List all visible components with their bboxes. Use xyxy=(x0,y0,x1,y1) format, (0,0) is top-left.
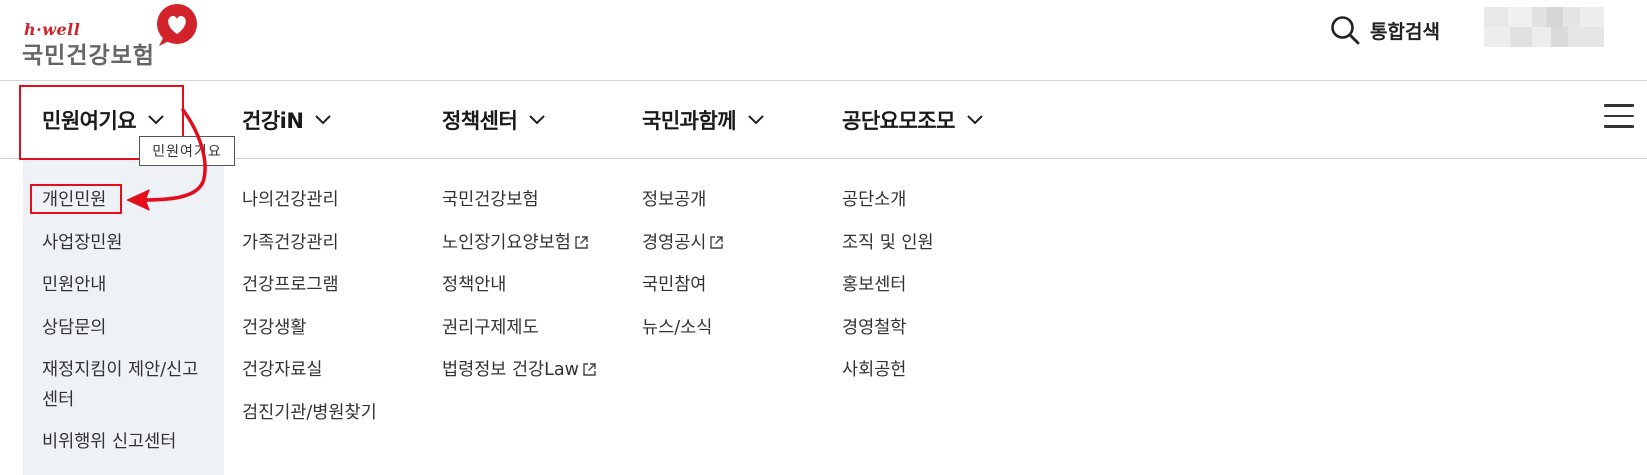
gnb-label: 건강iN xyxy=(242,109,304,133)
hamburger-menu-icon[interactable] xyxy=(1604,104,1634,128)
submenu-column-minwon: 개인민원 사업장민원 민원안내 상담문의 재정지킴이 제안/신고센터 비위행위 … xyxy=(42,185,212,470)
gnb-label: 공단요모조모 xyxy=(842,109,955,133)
blurred-user-area xyxy=(1484,7,1604,47)
submenu-item[interactable]: 건강프로그램 xyxy=(242,270,377,313)
submenu-item[interactable]: 공단소개 xyxy=(842,185,934,228)
submenu-item[interactable]: 검진기관/병원찾기 xyxy=(242,398,377,441)
heart-logo-icon xyxy=(157,4,197,46)
gnb-tooltip: 민원여기요 xyxy=(139,136,235,166)
submenu-item[interactable]: 사회공헌 xyxy=(842,355,934,398)
submenu-item[interactable]: 정책안내 xyxy=(442,270,597,313)
submenu-item[interactable]: 건강생활 xyxy=(242,313,377,356)
nhis-logo[interactable]: h·well 국민건강보험 xyxy=(22,4,207,69)
external-link-icon xyxy=(575,235,588,249)
submenu-item-external[interactable]: 경영공시 xyxy=(642,228,724,271)
search-label: 통합검색 xyxy=(1370,20,1440,43)
submenu-column-health-in: 나의건강관리 가족건강관리 건강프로그램 건강생활 건강자료실 검진기관/병원찾… xyxy=(242,185,377,440)
submenu-item[interactable]: 정보공개 xyxy=(642,185,724,228)
site-header: h·well 국민건강보험 통합검색 xyxy=(0,0,1647,81)
chevron-down-icon xyxy=(529,115,545,125)
submenu-item[interactable]: 국민건강보험 xyxy=(442,185,597,228)
gnb-item-about-nhis[interactable]: 공단요모조모 xyxy=(842,81,983,159)
submenu-column-with-people: 정보공개 경영공시 국민참여 뉴스/소식 xyxy=(642,185,724,355)
gnb-label: 정책센터 xyxy=(442,109,518,133)
submenu-item[interactable]: 나의건강관리 xyxy=(242,185,377,228)
gnb-item-health-in[interactable]: 건강iN xyxy=(242,81,332,159)
submenu-column-policy-center: 국민건강보험 노인장기요양보험 정책안내 권리구제제도 법령정보 건강Law xyxy=(442,185,597,398)
submenu-item[interactable]: 가족건강관리 xyxy=(242,228,377,271)
submenu-item[interactable]: 뉴스/소식 xyxy=(642,313,724,356)
highlight-box-submenu xyxy=(30,184,122,214)
logo-title: 국민건강보험 xyxy=(22,43,155,69)
external-link-icon xyxy=(710,235,724,249)
submenu-item[interactable]: 경영철학 xyxy=(842,313,934,356)
submenu-item[interactable]: 국민참여 xyxy=(642,270,724,313)
external-link-icon xyxy=(583,363,596,376)
global-navigation: 민원여기요 건강iN 정책센터 국민과함께 공단요모조모 xyxy=(0,81,1647,159)
submenu-item-external[interactable]: 노인장기요양보험 xyxy=(442,228,597,271)
submenu-item-minwon-guide[interactable]: 민원안내 xyxy=(42,270,212,313)
submenu-item-external[interactable]: 법령정보 건강Law xyxy=(442,355,597,398)
gnb-label: 국민과함께 xyxy=(642,109,737,133)
gnb-item-policy-center[interactable]: 정책센터 xyxy=(442,81,545,159)
submenu-item-business-minwon[interactable]: 사업장민원 xyxy=(42,228,212,271)
gnb-item-with-people[interactable]: 국민과함께 xyxy=(642,81,764,159)
submenu-label: 법령정보 건강Law xyxy=(442,360,579,380)
search-icon xyxy=(1331,16,1360,45)
chevron-down-icon xyxy=(315,115,332,125)
chevron-down-icon xyxy=(748,115,764,125)
integrated-search-button[interactable]: 통합검색 xyxy=(1330,12,1440,48)
submenu-item-finance-report[interactable]: 재정지킴이 제안/신고센터 xyxy=(42,355,212,415)
submenu-label: 경영공시 xyxy=(642,232,707,253)
submenu-label: 노인장기요양보험 xyxy=(442,232,571,253)
submenu-column-about-nhis: 공단소개 조직 및 인원 홍보센터 경영철학 사회공헌 xyxy=(842,185,934,398)
submenu-item[interactable]: 권리구제제도 xyxy=(442,313,597,356)
chevron-down-icon xyxy=(967,115,983,125)
submenu-item[interactable]: 홍보센터 xyxy=(842,270,934,313)
submenu-item-consultation[interactable]: 상담문의 xyxy=(42,313,212,356)
submenu-item[interactable]: 건강자료실 xyxy=(242,355,377,398)
submenu-item[interactable]: 조직 및 인원 xyxy=(842,228,934,271)
submenu-item-misconduct-report[interactable]: 비위행위 신고센터 xyxy=(42,427,212,470)
